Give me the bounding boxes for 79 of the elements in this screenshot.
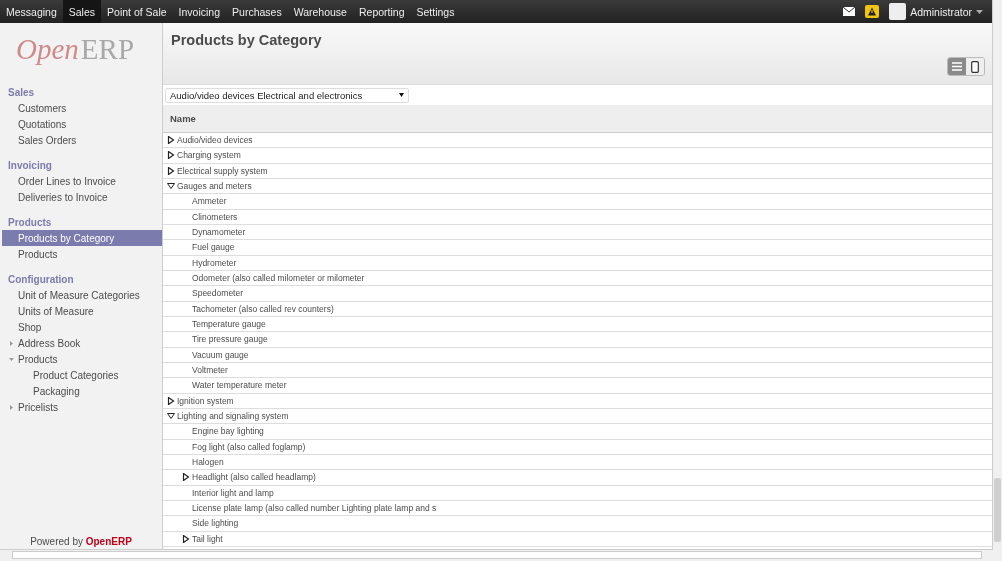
view-switch-button[interactable]	[966, 58, 984, 75]
section-title: Invoicing	[7, 159, 53, 173]
category-name[interactable]: Engine bay lighting	[192, 426, 264, 437]
category-name[interactable]: Odometer (also called milometer or milometer	[192, 273, 365, 284]
list-view-icon	[952, 62, 962, 71]
category-name[interactable]: Water temperature meter	[192, 380, 287, 391]
expand-triangle-icon[interactable]	[167, 151, 175, 160]
menu-item[interactable]: Reporting	[352, 0, 411, 23]
category-name[interactable]: Fuel gauge	[192, 242, 235, 253]
collapse-triangle-icon[interactable]	[167, 412, 175, 421]
mail-icon[interactable]	[843, 7, 856, 16]
category-name[interactable]: Voltmeter	[192, 365, 228, 376]
caret-icon	[976, 9, 983, 14]
sidebar-item[interactable]: Sales Orders	[2, 132, 162, 148]
category-name[interactable]: Lighting and signaling system	[177, 411, 289, 422]
sidebar-item[interactable]: Customers	[2, 100, 162, 116]
category-name[interactable]: Hydrometer	[192, 257, 237, 268]
menu-item[interactable]: Invoicing	[172, 0, 227, 23]
category-name[interactable]: Electrical supply system	[177, 165, 268, 176]
user-menu[interactable]: Administrator	[889, 3, 983, 20]
view-switch-button[interactable]	[948, 58, 966, 75]
category-name[interactable]: Gauges and meters	[177, 181, 252, 192]
logo: OpenERP	[15, 32, 135, 67]
sidebar-item[interactable]: Products	[2, 246, 162, 262]
category-name[interactable]: Audio/video devices	[177, 135, 253, 146]
powered-by-text: Powered by OpenERP	[29, 536, 133, 549]
sidebar-item[interactable]: Product Categories	[2, 367, 162, 383]
sidebar-item[interactable]: Products by Category	[2, 230, 162, 246]
category-name[interactable]: Charging system	[177, 150, 241, 161]
expand-triangle-icon[interactable]	[182, 534, 190, 543]
category-name[interactable]: Vacuum gauge	[192, 349, 249, 360]
category-name[interactable]: Ignition system	[177, 395, 234, 406]
menu-item[interactable]: Purchases	[226, 0, 288, 23]
category-name[interactable]: Speedometer	[192, 288, 244, 299]
expand-triangle-icon[interactable]	[167, 166, 175, 175]
category-name[interactable]: Interior light and lamp	[192, 487, 274, 498]
sidebar-item[interactable]: Deliveries to Invoice	[2, 189, 162, 205]
category-name[interactable]: Fog light (also called foglamp)	[192, 441, 306, 452]
column-header[interactable]: Name	[170, 113, 196, 124]
category-name[interactable]: Temperature gauge	[192, 319, 266, 330]
menu-item[interactable]: Messaging	[0, 0, 63, 23]
sidebar-item[interactable]: Unit of Measure Categories	[2, 287, 162, 303]
category-name[interactable]: Clinometers	[192, 211, 238, 222]
category-name[interactable]: Tire pressure gauge	[192, 334, 268, 345]
menu-item[interactable]: Warehouse	[287, 0, 353, 23]
vertical-scrollbar[interactable]	[992, 0, 1002, 561]
sidebar-item[interactable]: Quotations	[2, 116, 162, 132]
category-name[interactable]: Tachometer (also called rev counters)	[192, 303, 334, 314]
sidebar-item[interactable]: Order Lines to Invoice	[2, 173, 162, 189]
sidebar-item[interactable]: Packaging	[2, 383, 162, 399]
tablet-icon	[971, 60, 979, 73]
avatar-icon	[889, 3, 907, 20]
collapse-triangle-icon[interactable]	[167, 182, 175, 191]
page-title: Products by Category	[171, 32, 322, 50]
category-name[interactable]: License plate lamp (also called number Lighting plate lamp and s	[192, 503, 437, 514]
section-title: Products	[7, 216, 53, 230]
sidebar-item[interactable]: Units of Measure	[2, 303, 162, 319]
sidebar-item[interactable]: Address Book	[2, 335, 162, 351]
sidebar-item[interactable]: Pricelists	[2, 399, 162, 415]
warning-icon[interactable]	[865, 5, 880, 18]
category-name[interactable]: Tail light	[192, 533, 223, 544]
section-title: Configuration	[7, 273, 75, 287]
section-title: Sales	[7, 86, 36, 100]
expand-triangle-icon[interactable]	[167, 136, 175, 145]
menu-item[interactable]: Settings	[410, 0, 461, 23]
category-name[interactable]: Halogen	[192, 457, 224, 468]
category-name[interactable]: Headlight (also called headlamp)	[192, 472, 316, 483]
category-name[interactable]: Ammeter	[192, 196, 227, 207]
sidebar-item[interactable]: Shop	[2, 319, 162, 335]
sidebar-item[interactable]: Products	[2, 351, 162, 367]
category-name[interactable]: Dynamometer	[192, 227, 246, 238]
expand-triangle-icon[interactable]	[182, 473, 190, 482]
expand-triangle-icon[interactable]	[167, 396, 175, 405]
category-dropdown[interactable]: Audio/video devices Electrical and electronics	[165, 87, 409, 103]
menu-item[interactable]: Sales	[62, 0, 102, 23]
category-name[interactable]: Side lighting	[192, 518, 239, 529]
horizontal-scrollbar[interactable]	[0, 549, 993, 561]
menu-item[interactable]: Point of Sale	[101, 0, 173, 23]
caret-icon	[399, 93, 404, 97]
